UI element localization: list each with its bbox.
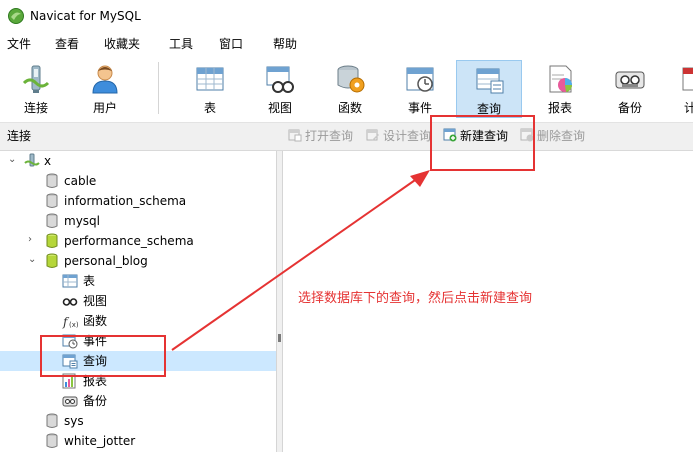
tree-node-tables[interactable]: 表 (0, 271, 276, 291)
tree-item-label: performance_schema (64, 234, 194, 248)
toolbar-schedule-button[interactable]: 计 (666, 60, 693, 118)
database-icon (46, 433, 58, 448)
highlight-new-query (430, 115, 535, 171)
toolbar-table-button[interactable]: 表 (177, 60, 243, 118)
tree-item-label: x (44, 154, 52, 168)
toolbar-backup-label: 备份 (617, 101, 642, 115)
tree-node-backups[interactable]: 备份 (0, 391, 276, 411)
database-open-icon (46, 233, 58, 248)
database-open-icon (46, 253, 58, 268)
menu-tools[interactable]: 工具 (169, 36, 193, 52)
tree-item-label: 视图 (83, 294, 108, 308)
toolbar-event-label: 事件 (407, 101, 432, 115)
main-toolbar: 连接 用户 表 视图 函数 事件 查询 报表 备份 计 (0, 56, 693, 123)
pane-splitter[interactable] (276, 151, 283, 452)
toolbar-event-button[interactable]: 事件 (387, 60, 453, 118)
tree-database-white-jotter[interactable]: white_jotter (0, 431, 276, 451)
object-toolbar: 连接 打开查询 设计查询 新建查询 删除查询 (0, 123, 693, 151)
splitter-grip (278, 334, 281, 342)
tree-database-personal-blog[interactable]: ⌄ personal_blog (0, 251, 276, 271)
tree-database-cable[interactable]: cable (0, 171, 276, 191)
title-bar: Navicat for MySQL (0, 0, 693, 31)
tree-item-label: 备份 (83, 394, 108, 408)
toolbar-connection-button[interactable]: 连接 (3, 60, 69, 118)
menu-help[interactable]: 帮助 (273, 36, 297, 52)
tree-database-mysql[interactable]: mysql (0, 211, 276, 231)
navicat-logo-icon (8, 8, 24, 24)
report-icon (549, 65, 573, 93)
highlight-query-node (40, 335, 166, 377)
schedule-icon (682, 67, 693, 91)
tree-database-sys[interactable]: sys (0, 411, 276, 431)
toolbar-schedule-label: 计 (684, 101, 693, 115)
open-query-label: 打开查询 (305, 129, 354, 143)
database-icon (46, 413, 58, 428)
expand-arrow-icon[interactable]: › (28, 235, 38, 245)
tree-node-functions[interactable]: f (x) 函数 (0, 311, 276, 331)
toolbar-backup-button[interactable]: 备份 (597, 60, 663, 118)
toolbar-query-button[interactable]: 查询 (456, 60, 522, 118)
toolbar-view-label: 视图 (267, 101, 292, 115)
delete-query-label: 删除查询 (537, 129, 586, 143)
tree-item-label: 表 (83, 274, 96, 288)
open-query-icon (288, 129, 302, 142)
database-icon (46, 173, 58, 188)
tree-item-label: information_schema (64, 194, 187, 208)
toolbar-user-label: 用户 (92, 101, 117, 115)
connection-tree: ⌄ x cable information_schema mysql › per… (0, 151, 276, 452)
menu-bar: 文件 查看 收藏夹 工具 窗口 帮助 (0, 31, 693, 56)
menu-file[interactable]: 文件 (7, 36, 31, 52)
tree-item-label: mysql (64, 214, 100, 228)
toolbar-function-button[interactable]: 函数 (317, 60, 383, 118)
collapse-arrow-icon[interactable]: ⌄ (28, 255, 38, 265)
table-icon (196, 67, 224, 91)
event-icon (406, 67, 434, 92)
query-icon (476, 68, 504, 94)
design-query-icon (366, 129, 379, 141)
toolbar-connection-label: 连接 (23, 101, 48, 115)
connection-icon (22, 65, 50, 93)
tree-item-label: white_jotter (64, 434, 136, 448)
view-icon (62, 298, 78, 306)
database-icon (46, 193, 58, 208)
toolbar-user-button[interactable]: 用户 (72, 60, 138, 118)
collapse-arrow-icon[interactable]: ⌄ (8, 155, 18, 165)
toolbar-query-label: 查询 (476, 102, 501, 116)
design-query-button[interactable]: 设计查询 (366, 128, 431, 146)
tree-node-views[interactable]: 视图 (0, 291, 276, 311)
toolbar-view-button[interactable]: 视图 (247, 60, 313, 118)
view-icon (266, 66, 294, 93)
table-icon (62, 274, 78, 288)
svg-text:(x): (x) (69, 321, 78, 329)
tree-item-label: personal_blog (64, 254, 148, 268)
tree-database-information-schema[interactable]: information_schema (0, 191, 276, 211)
toolbar-report-label: 报表 (547, 101, 572, 115)
connection-pane-title: 连接 (7, 129, 32, 143)
tree-connection-x[interactable]: ⌄ x (0, 151, 276, 171)
menu-view[interactable]: 查看 (55, 36, 79, 52)
backup-icon (615, 71, 645, 89)
toolbar-function-label: 函数 (337, 101, 362, 115)
tree-item-label: 函数 (83, 314, 108, 328)
toolbar-report-button[interactable]: 报表 (527, 60, 593, 118)
annotation-text: 选择数据库下的查询，然后点击新建查询 (298, 291, 533, 306)
connection-icon (24, 153, 40, 167)
menu-window[interactable]: 窗口 (219, 36, 243, 52)
tree-item-label: cable (64, 174, 97, 188)
backup-icon (62, 396, 78, 407)
toolbar-table-label: 表 (203, 101, 216, 115)
function-icon: f (x) (62, 315, 78, 329)
function-icon (337, 65, 365, 93)
tree-database-performance-schema[interactable]: › performance_schema (0, 231, 276, 251)
menu-favorites[interactable]: 收藏夹 (104, 36, 140, 52)
tree-item-label: sys (64, 414, 84, 428)
window-title: Navicat for MySQL (30, 9, 141, 23)
open-query-button[interactable]: 打开查询 (288, 128, 353, 146)
toolbar-separator (158, 62, 159, 114)
database-icon (46, 213, 58, 228)
user-icon (92, 65, 118, 94)
design-query-label: 设计查询 (383, 129, 432, 143)
